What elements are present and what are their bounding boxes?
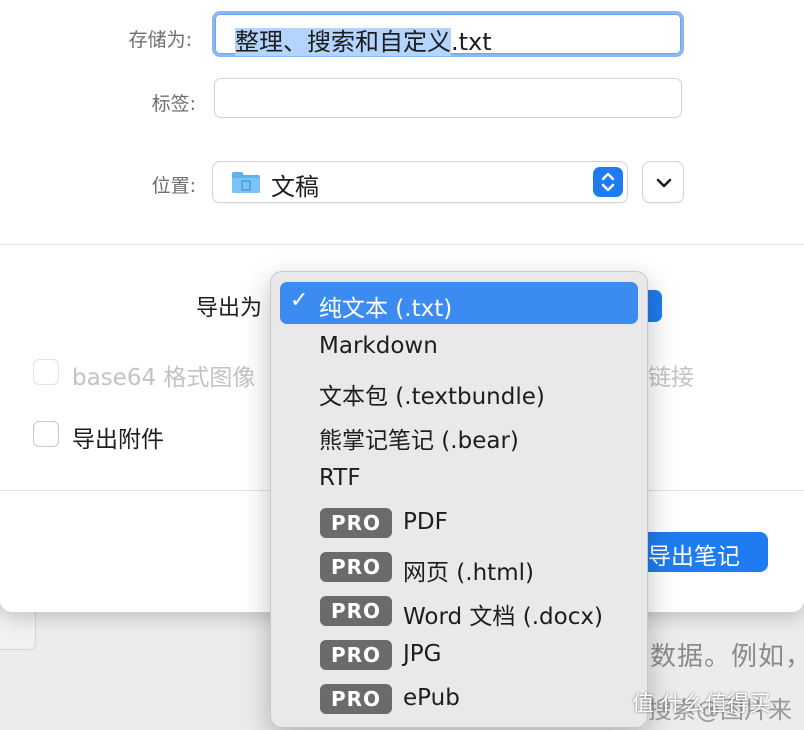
filename-extension: .txt [451,28,492,56]
menu-item-label: RTF [319,465,361,491]
location-value: 文稿 [271,173,319,201]
menu-item-label: 网页 (.html) [403,560,534,586]
section-divider [0,244,804,245]
up-down-chevron-icon [601,172,615,192]
export-attachments-checkbox[interactable] [33,421,59,447]
menu-item-label: JPG [403,641,442,667]
checkmark-icon: ✓ [290,288,309,313]
pro-badge: PRO [320,596,392,626]
base64-images-checkbox[interactable] [33,359,59,385]
menu-item[interactable]: RTF [280,458,638,500]
watermark: 值 什么值得买 [632,686,771,718]
export-attachments-label: 导出附件 [72,427,164,453]
menu-item-label: 纯文本 (.txt) [319,296,453,322]
pro-badge: PRO [320,640,392,670]
menu-item[interactable]: PRO ePub [280,678,638,720]
chevron-down-icon [656,178,672,188]
menu-item[interactable]: PRO JPG [280,634,638,676]
base64-images-label-tail: 链接 [648,365,694,391]
pro-badge: PRO [320,552,392,582]
menu-item[interactable]: 熊掌记笔记 (.bear) [280,414,638,456]
pro-badge: PRO [320,508,392,538]
menu-item[interactable]: Markdown [280,326,638,368]
menu-item[interactable]: PRO 网页 (.html) [280,546,638,588]
location-label: 位置: [151,175,196,197]
menu-item-label: 文本包 (.textbundle) [319,384,545,410]
expand-browser-button[interactable] [642,161,684,203]
watermark-text: 值 什么值得买 [632,692,771,717]
filename-input[interactable]: 整理、搜索和自定义.txt [212,11,684,57]
menu-item[interactable]: 文本包 (.textbundle) [280,370,638,412]
menu-item-label: Markdown [319,333,438,359]
background-card [0,610,36,650]
base64-images-label: base64 格式图像 [72,365,256,391]
save-as-label: 存储为: [128,29,192,51]
menu-item-label: 熊掌记笔记 (.bear) [319,428,519,454]
export-format-menu: ✓ 纯文本 (.txt) Markdown 文本包 (.textbundle) 熊掌记笔… [270,271,648,728]
menu-item-label: ePub [403,685,460,711]
menu-item[interactable]: PRO Word 文档 (.docx) [280,590,638,632]
tags-input[interactable] [214,78,682,118]
background-text-line2: 数据。例如， [650,642,804,672]
menu-item-label: PDF [403,509,448,535]
filename-selected-text: 整理、搜索和自定义 [235,28,451,56]
export-format-label: 导出为 [196,296,263,321]
filename-text: 整理、搜索和自定义.txt [235,22,492,57]
folder-icon [232,172,260,193]
location-select[interactable]: 文稿 [212,161,628,203]
menu-item[interactable]: ✓ 纯文本 (.txt) [280,282,638,324]
location-stepper[interactable] [593,167,623,197]
pro-badge: PRO [320,684,392,714]
menu-item-label: Word 文档 (.docx) [403,604,603,630]
menu-item[interactable]: PRO PDF [280,502,638,544]
tags-label: 标签: [151,93,196,115]
